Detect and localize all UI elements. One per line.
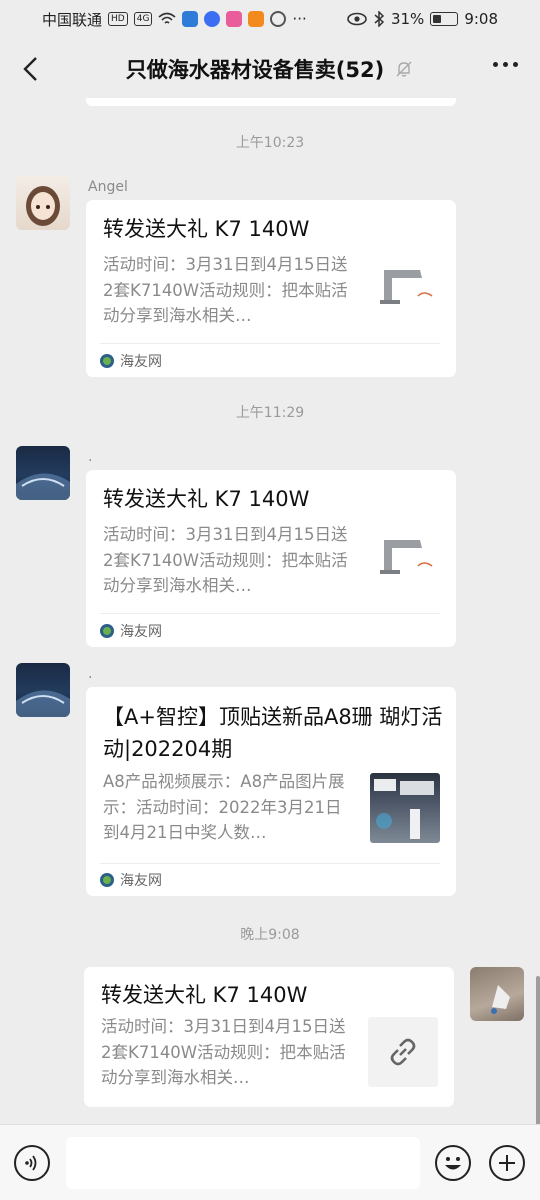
timestamp: 上午11:29 xyxy=(235,405,305,421)
card-divider xyxy=(100,613,440,614)
eye-icon xyxy=(347,12,367,26)
avatar-photo-image xyxy=(491,985,510,1014)
grid-app-icon xyxy=(226,11,243,27)
avatar-girl-illustration xyxy=(26,186,60,226)
link-icon xyxy=(390,1038,416,1066)
card-divider xyxy=(100,343,440,344)
chat-scrollbar[interactable] xyxy=(536,976,540,1124)
back-button[interactable] xyxy=(16,54,44,84)
card-source: 海友网 xyxy=(100,621,162,641)
source-logo-icon xyxy=(100,624,114,638)
card-description: 活动时间：3月31日到4月15日送2套K7140W活动规则：把本贴活动分享到海水… xyxy=(103,255,348,325)
card-title: 转发送大礼 K7 140W xyxy=(103,217,310,241)
source-name: 海友网 xyxy=(120,354,162,370)
card-title: 【A+智控】顶贴送新品A8珊 瑚灯活动|202204期 xyxy=(103,705,443,761)
video-app-icon xyxy=(248,11,265,27)
status-bar: 中国联通 HD 4G ··· 31% 9:08 xyxy=(0,0,540,38)
more-options-button[interactable] xyxy=(493,62,518,67)
link-card[interactable]: 转发送大礼 K7 140W 活动时间：3月31日到4月15日送2套K7140W活… xyxy=(86,470,456,647)
avatar-night-city-image xyxy=(16,690,70,717)
message-list[interactable]: 上午10:23 Angel 转发送大礼 K7 140W 活动时间：3月31日到4… xyxy=(0,98,540,1124)
link-card[interactable]: 转发送大礼 K7 140W 活动时间：3月31日到4月15日送2套K7140W活… xyxy=(86,200,456,377)
input-bar xyxy=(0,1124,540,1200)
shield-app-icon xyxy=(182,11,199,27)
voice-wave-icon xyxy=(25,1155,37,1171)
more-notifications-icon: ··· xyxy=(292,10,307,28)
avatar[interactable] xyxy=(16,446,70,500)
card-source: 海友网 xyxy=(100,351,162,371)
bluetooth-icon xyxy=(374,11,385,27)
more-features-button[interactable] xyxy=(489,1145,525,1181)
chat-header: 只做海水器材设备售卖(52) xyxy=(0,40,540,98)
battery-icon xyxy=(430,12,459,26)
card-description: 活动时间：3月31日到4月15日送2套K7140W活动规则：把本贴活动分享到海水… xyxy=(103,525,348,595)
sender-name: . xyxy=(88,666,93,682)
mute-bell-icon xyxy=(396,61,412,77)
sender-name: Angel xyxy=(88,179,128,195)
chevron-left-icon xyxy=(23,57,37,81)
avatar-night-city-image xyxy=(16,473,70,500)
smiley-icon xyxy=(445,1157,461,1170)
battery-percent: 31% xyxy=(390,10,425,28)
card-description: 活动时间：3月31日到4月15日送2套K7140W活动规则：把本贴活动分享到海水… xyxy=(101,1017,346,1087)
card-title: 转发送大礼 K7 140W xyxy=(101,983,308,1007)
clock: 9:08 xyxy=(464,10,498,28)
emoji-button[interactable] xyxy=(435,1145,471,1181)
source-name: 海友网 xyxy=(120,873,162,889)
link-card[interactable]: 【A+智控】顶贴送新品A8珊 瑚灯活动|202204期 A8产品视频展示：A8产… xyxy=(86,687,456,896)
wifi-icon xyxy=(158,12,176,24)
circle-app-icon xyxy=(270,11,287,27)
card-source: 海友网 xyxy=(100,870,162,890)
lamp-thumbnail xyxy=(370,530,440,600)
previous-message-bubble[interactable] xyxy=(86,98,456,106)
card-description: A8产品视频展示：A8产品图片展示：活动时间：2022年3月21日到4月21日中… xyxy=(103,772,345,842)
link-thumbnail xyxy=(368,1017,438,1087)
network-signal-tag: 4G xyxy=(133,12,153,26)
message-input[interactable] xyxy=(66,1137,420,1189)
lamp-thumbnail xyxy=(370,260,440,330)
link-card-sent[interactable]: 转发送大礼 K7 140W 活动时间：3月31日到4月15日送2套K7140W活… xyxy=(84,967,454,1107)
music-app-icon xyxy=(204,11,221,27)
avatar[interactable] xyxy=(16,176,70,230)
timestamp: 上午10:23 xyxy=(235,135,305,151)
network-hd-tag: HD xyxy=(108,12,128,26)
source-logo-icon xyxy=(100,873,114,887)
source-name: 海友网 xyxy=(120,624,162,640)
source-logo-icon xyxy=(100,354,114,368)
card-divider xyxy=(100,863,440,864)
avatar[interactable] xyxy=(16,663,70,717)
sender-name: . xyxy=(88,449,93,465)
carrier-label: 中国联通 xyxy=(42,10,103,29)
my-avatar[interactable] xyxy=(470,967,524,1021)
a8-product-thumbnail xyxy=(370,773,440,843)
timestamp: 晚上9:08 xyxy=(240,927,300,943)
card-title: 转发送大礼 K7 140W xyxy=(103,487,310,511)
chat-title[interactable]: 只做海水器材设备售卖(52) xyxy=(126,54,384,84)
voice-input-button[interactable] xyxy=(14,1145,50,1181)
